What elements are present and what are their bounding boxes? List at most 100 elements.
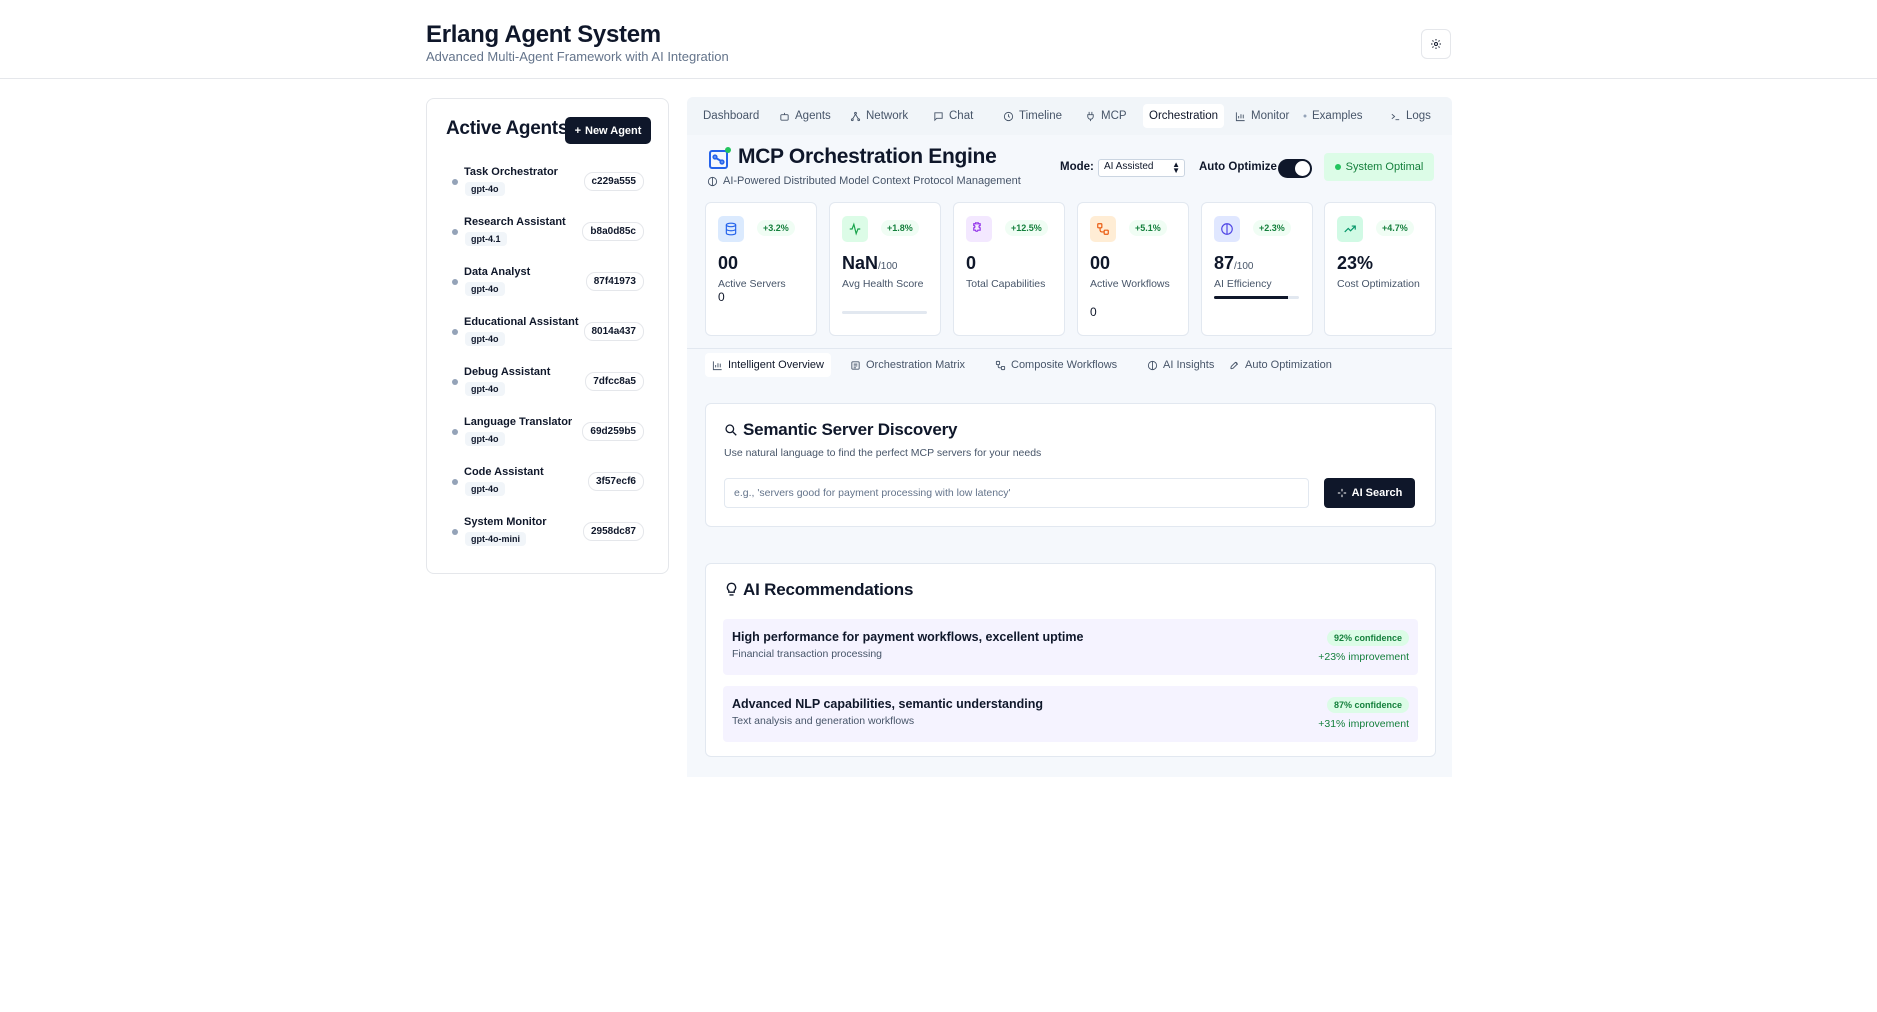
tab-dashboard[interactable]: Dashboard [697,104,765,128]
agent-list-item[interactable]: Research Assistant gpt-4.1 b8a0d85c [427,214,668,254]
tab-agents[interactable]: Agents [773,104,837,128]
agent-name: Code Assistant [464,466,544,478]
agents-sidebar: Active Agents + New Agent Task Orchestra… [426,98,669,574]
agent-id-badge: 2958dc87 [582,522,644,541]
recommendation-description: Text analysis and generation workflows [732,715,915,727]
tab-logs[interactable]: Logs [1384,104,1437,128]
agent-name: Task Orchestrator [464,166,558,178]
stat-label: Active Servers [718,278,786,290]
stat-value-number: 00 [718,253,739,273]
tab-label: Timeline [1019,110,1063,122]
subtab-label: Composite Workflows [1011,359,1118,371]
trending-up-icon [1337,216,1363,242]
tab-examples[interactable]: Examples [1297,104,1369,128]
stat-progress-bar [842,311,927,314]
subtab-orchestration-matrix[interactable]: Orchestration Matrix [843,353,972,377]
stat-value: 0 [966,253,976,274]
subtab-intelligent-overview[interactable]: Intelligent Overview [705,353,831,377]
status-dot-icon [452,179,458,185]
agent-model-badge: gpt-4o [465,332,505,346]
agent-list-item[interactable]: Data Analyst gpt-4o 87f41973 [427,264,668,304]
mode-select[interactable]: AI Assisted ▲ ▼ [1098,159,1185,177]
subtab-composite-workflows[interactable]: Composite Workflows [988,353,1124,377]
tab-chat[interactable]: Chat [927,104,979,128]
tab-label: Monitor [1251,110,1290,122]
agent-list-item[interactable]: System Monitor gpt-4o-mini 2958dc87 [427,514,668,554]
agent-list-item[interactable]: Educational Assistant gpt-4o 8014a437 [427,314,668,354]
bar-chart-icon [1235,111,1246,122]
workflow-icon [1090,216,1116,242]
new-agent-label: New Agent [585,124,642,137]
settings-button[interactable] [1421,29,1451,59]
search-placeholder: e.g., 'servers good for payment processi… [734,487,1011,499]
agent-model-badge: gpt-4o [465,482,505,496]
tab-label: Agents [795,110,831,122]
auto-optimize-label: Auto Optimize [1199,161,1277,173]
status-dot-icon [452,379,458,385]
agent-model-badge: gpt-4o [465,382,505,396]
agent-id-badge: 69d259b5 [582,422,644,441]
subtab-ai-insights[interactable]: AI Insights [1140,353,1221,377]
agent-model-badge: gpt-4o [465,282,505,296]
select-arrows-icon: ▲ ▼ [1172,160,1180,175]
semantic-discovery-card: Semantic Server Discovery Use natural la… [705,403,1436,527]
stat-card: +2.3% 87/100 AI Efficiency [1201,202,1313,336]
stat-value-number: 87 [1214,253,1235,273]
stat-value-number: 23% [1337,253,1374,273]
recommendation-title: High performance for payment workflows, … [732,630,1084,644]
tab-mcp[interactable]: MCP [1079,104,1133,128]
stat-delta-badge: +3.2% [757,220,795,236]
tab-orchestration[interactable]: Orchestration [1143,104,1225,128]
status-dot-icon [452,429,458,435]
tab-timeline[interactable]: Timeline [997,104,1068,128]
agent-list-item[interactable]: Debug Assistant gpt-4o 7dfcc8a5 [427,364,668,404]
stat-card: +3.2% 00 Active Servers 0 [705,202,817,336]
agent-list-item[interactable]: Code Assistant gpt-4o 3f57ecf6 [427,464,668,504]
new-agent-button[interactable]: + New Agent [565,117,651,144]
subtab-label: Auto Optimization [1245,359,1332,371]
app-header: Erlang Agent System Advanced Multi-Agent… [0,0,1877,79]
engine-subtitle: AI-Powered Distributed Model Context Pro… [707,175,1021,187]
orchestration-panel: MCP Orchestration Engine AI-Powered Dist… [687,135,1452,777]
stat-label: Active Workflows [1090,278,1170,290]
recommendation-item[interactable]: Advanced NLP capabilities, semantic unde… [723,686,1418,742]
agent-list-item[interactable]: Task Orchestrator gpt-4o c229a555 [427,164,668,204]
stat-delta-badge: +4.7% [1376,220,1414,236]
app-title: Erlang Agent System [426,21,661,48]
subtab-auto-optimization[interactable]: Auto Optimization [1222,353,1339,377]
improvement-text: +23% improvement [1318,651,1409,663]
bar-chart-icon [712,360,723,371]
stat-delta-badge: +12.5% [1005,220,1048,236]
stat-label: AI Efficiency [1214,278,1272,290]
tab-network[interactable]: Network [844,104,914,128]
clock-icon [1003,111,1014,122]
stat-card: +12.5% 0 Total Capabilities [953,202,1065,336]
confidence-badge: 87% confidence [1326,697,1409,713]
subtab-label: Orchestration Matrix [866,359,966,371]
recommendation-description: Financial transaction processing [732,648,882,660]
chat-icon [933,111,944,122]
database-icon [718,216,744,242]
recommendation-title: Advanced NLP capabilities, semantic unde… [732,697,1043,711]
agent-model-badge: gpt-4o [465,432,505,446]
stat-card: +5.1% 00 Active Workflows 0 [1077,202,1189,336]
semantic-search-input[interactable]: e.g., 'servers good for payment processi… [724,478,1309,508]
agent-name: Research Assistant [464,216,566,228]
ai-search-label: AI Search [1351,487,1403,499]
mode-select-value: AI Assisted [1104,161,1154,172]
tab-monitor[interactable]: Monitor [1229,104,1295,128]
terminal-icon [1390,111,1401,122]
agent-list-item[interactable]: Language Translator gpt-4o 69d259b5 [427,414,668,454]
stat-value: NaN/100 [842,253,897,274]
agent-name: System Monitor [464,516,547,528]
status-dot-icon [452,329,458,335]
recommendation-item[interactable]: High performance for payment workflows, … [723,619,1418,675]
ai-search-button[interactable]: AI Search [1324,478,1415,508]
agent-id-badge: c229a555 [583,172,644,191]
lightbulb-icon [726,582,737,596]
auto-optimize-toggle[interactable] [1278,159,1312,178]
stat-value: 23% [1337,253,1373,274]
agent-id-badge: 3f57ecf6 [587,472,644,491]
rocket-icon [1229,360,1240,371]
brain-icon [1147,360,1158,371]
